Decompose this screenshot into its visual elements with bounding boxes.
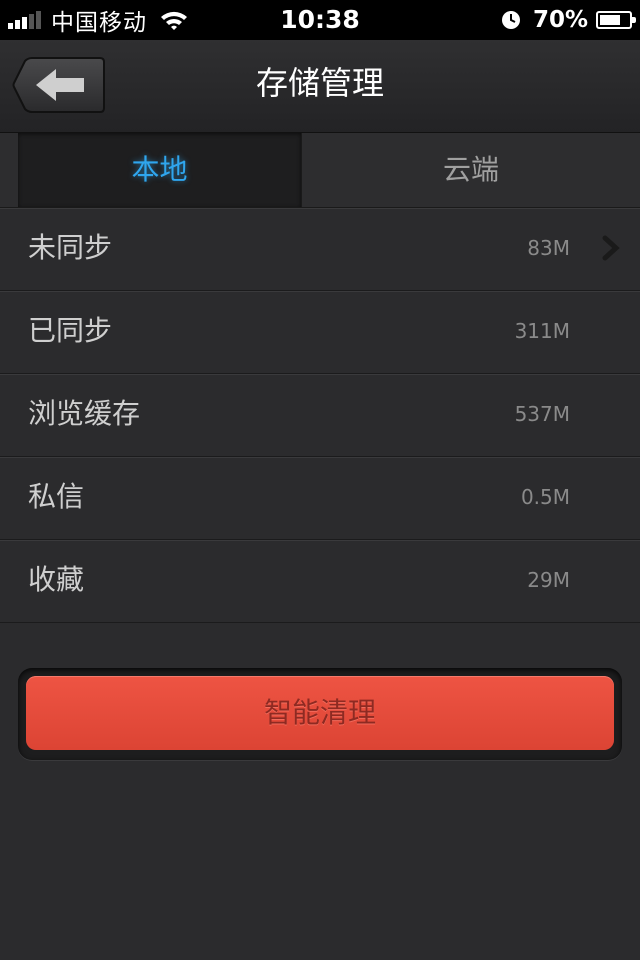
tab-cloud[interactable]: 云端: [301, 133, 640, 207]
list-item-favorites[interactable]: 收藏 29M: [0, 540, 640, 623]
list-item-browse-cache[interactable]: 浏览缓存 537M: [0, 374, 640, 457]
list-item-label: 已同步: [28, 314, 113, 347]
list-item-label: 收藏: [28, 563, 85, 596]
list-item-size: 537M: [514, 402, 570, 426]
list-item-synced[interactable]: 已同步 311M: [0, 291, 640, 374]
battery-icon: [596, 11, 636, 29]
alarm-clock-icon: [501, 11, 520, 29]
list-item-messages[interactable]: 私信 0.5M: [0, 457, 640, 540]
list-item-size: 0.5M: [520, 485, 570, 509]
smart-clean-button[interactable]: 智能清理: [26, 676, 614, 750]
tab-bar: 本地 云端: [0, 133, 640, 208]
clean-button-well: 智能清理: [18, 668, 622, 760]
list-item-label: 浏览缓存: [28, 397, 141, 430]
list-item-size: 29M: [527, 568, 570, 592]
chevron-right-icon: [602, 235, 620, 261]
page-title: 存储管理: [255, 64, 384, 102]
list-item-label: 私信: [28, 480, 85, 513]
list-item-size: 311M: [514, 319, 570, 343]
tab-local[interactable]: 本地: [18, 133, 301, 207]
battery-percent: 70%: [532, 7, 588, 33]
status-bar: 中国移动 10:38 70%: [0, 0, 640, 40]
storage-list: 未同步 83M 已同步 311M 浏览缓存 537M 私信 0.5M 收藏 29…: [0, 208, 640, 623]
status-right: 70%: [501, 0, 636, 40]
list-item-unsynced[interactable]: 未同步 83M: [0, 208, 640, 291]
list-item-label: 未同步: [28, 231, 113, 264]
list-item-size: 83M: [527, 236, 570, 260]
nav-bar: 存储管理: [0, 40, 640, 133]
